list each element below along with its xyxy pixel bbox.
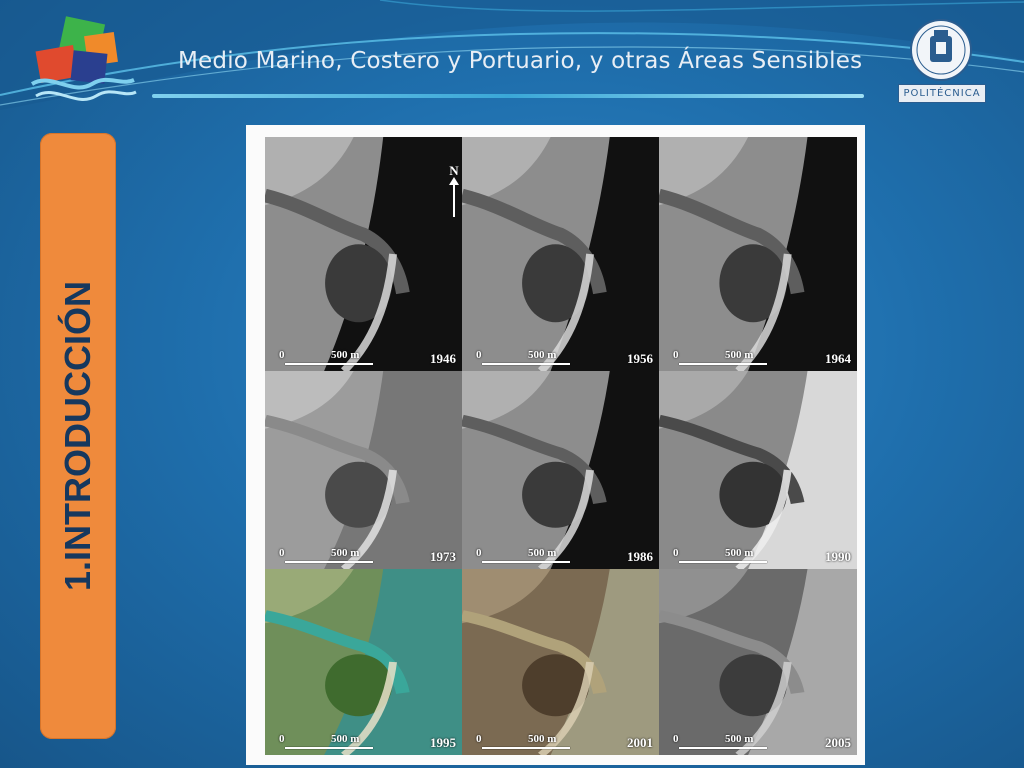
scale-label: 500 m — [725, 349, 754, 361]
scale-zero: 0 — [279, 547, 285, 559]
scale-label: 500 m — [725, 547, 754, 559]
aerial-photo-tile: 0 500 m 2001 — [462, 569, 659, 755]
scale-zero: 0 — [279, 733, 285, 745]
scale-zero: 0 — [673, 349, 679, 361]
aerial-photo-image — [265, 137, 462, 371]
scale-bar-line — [285, 561, 373, 563]
scale-label: 500 m — [331, 733, 360, 745]
photo-year-label: 1964 — [825, 351, 851, 366]
aerial-photo-tile: 0 500 m 1973 — [265, 371, 462, 569]
scale-label: 500 m — [528, 349, 557, 361]
aerial-photo-image — [659, 371, 857, 569]
scale-zero: 0 — [476, 349, 482, 361]
scale-zero: 0 — [673, 547, 679, 559]
scale-bar-line — [679, 363, 767, 365]
photo-year-label: 1946 — [430, 351, 456, 366]
title-underline — [152, 94, 864, 98]
scale-label: 500 m — [528, 547, 557, 559]
scale-zero: 0 — [279, 349, 285, 361]
scale-bar-line — [679, 561, 767, 563]
photo-year-label: 1990 — [825, 549, 851, 564]
aerial-photo-tile: 0 500 m 2005 — [659, 569, 857, 755]
university-badge: POLITÉCNICA — [898, 84, 986, 103]
aerial-photo-image — [659, 569, 857, 755]
page-title: Medio Marino, Costero y Portuario, y otr… — [178, 48, 863, 74]
photo-year-label: 1986 — [627, 549, 653, 564]
aerial-photo-tile: 0 500 m 1995 — [265, 569, 462, 755]
aerial-photo-grid: 0 500 m 1946 0 500 m 1956 0 500 m 1964 0 500 m 1973… — [265, 137, 857, 755]
aerial-photo-tile: 0 500 m 1964 — [659, 137, 857, 371]
scale-bar-line — [482, 561, 570, 563]
photo-year-label: 1956 — [627, 351, 653, 366]
aerial-photo-image — [265, 371, 462, 569]
scale-label: 500 m — [528, 733, 557, 745]
scale-zero: 0 — [673, 733, 679, 745]
scale-label: 500 m — [331, 547, 360, 559]
north-arrow-icon — [449, 177, 459, 217]
scale-label: 500 m — [331, 349, 360, 361]
photo-year-label: 2001 — [627, 735, 653, 750]
aerial-photo-image — [462, 371, 659, 569]
scale-bar-line — [285, 363, 373, 365]
section-label: 1.INTRODUCCIÓN — [57, 280, 98, 592]
aerial-photo-tile: 0 500 m 1986 — [462, 371, 659, 569]
scale-bar-line — [679, 747, 767, 749]
wave-squares-logo — [30, 16, 137, 101]
photo-year-label: 2005 — [825, 735, 851, 750]
aerial-photo-tile: 0 500 m 1990 — [659, 371, 857, 569]
north-arrow: N — [446, 163, 462, 217]
aerial-photo-image — [659, 137, 857, 371]
aerial-photo-image — [462, 137, 659, 371]
scale-zero: 0 — [476, 733, 482, 745]
scale-bar-line — [285, 747, 373, 749]
aerial-photo-tile: 0 500 m 1946 — [265, 137, 462, 371]
aerial-photo-image — [265, 569, 462, 755]
aerial-photo-tile: 0 500 m 1956 — [462, 137, 659, 371]
scale-bar-line — [482, 747, 570, 749]
scale-bar-line — [482, 363, 570, 365]
photo-year-label: 1973 — [430, 549, 456, 564]
photo-year-label: 1995 — [430, 735, 456, 750]
scale-zero: 0 — [476, 547, 482, 559]
aerial-photo-image — [462, 569, 659, 755]
scale-label: 500 m — [725, 733, 754, 745]
north-label: N — [449, 163, 459, 178]
